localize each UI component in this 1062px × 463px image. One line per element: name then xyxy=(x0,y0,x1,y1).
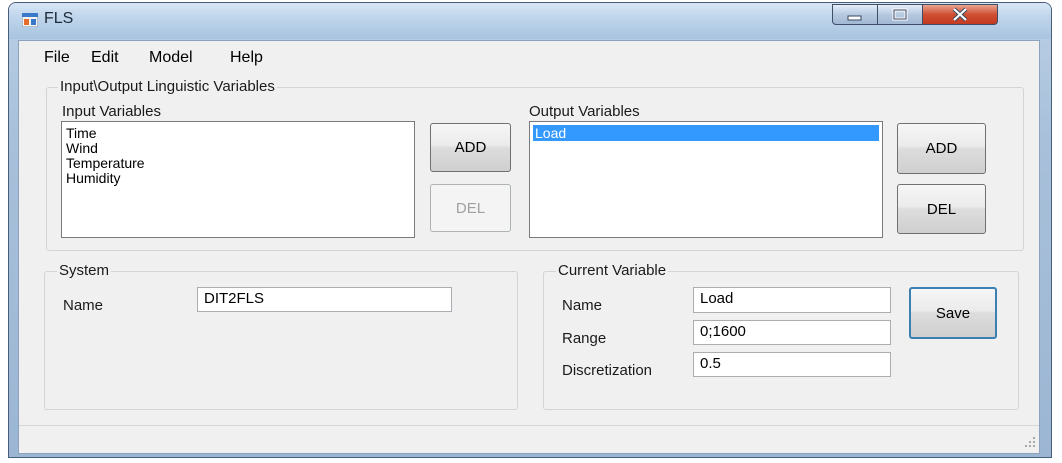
close-icon xyxy=(952,7,968,22)
input-add-button[interactable]: ADD xyxy=(430,123,511,172)
output-del-button[interactable]: DEL xyxy=(897,184,986,234)
maximize-button[interactable] xyxy=(877,4,923,25)
minimize-icon xyxy=(847,15,862,21)
menu-edit[interactable]: Edit xyxy=(91,49,119,67)
minimize-button[interactable] xyxy=(832,4,878,25)
output-variables-list[interactable]: Load xyxy=(529,121,883,238)
list-item[interactable]: Wind xyxy=(66,141,98,156)
io-group-label: Input\Output Linguistic Variables xyxy=(58,78,277,95)
variable-range-label: Range xyxy=(562,330,607,347)
input-variables-label: Input Variables xyxy=(62,103,161,120)
menu-help[interactable]: Help xyxy=(230,49,263,67)
menu-file[interactable]: File xyxy=(44,49,70,67)
system-group-label: System xyxy=(57,262,112,279)
variable-name-label: Name xyxy=(562,297,603,314)
variable-range-input[interactable]: 0;1600 xyxy=(693,320,891,345)
maximize-icon xyxy=(892,8,908,21)
output-add-button[interactable]: ADD xyxy=(897,123,986,174)
menu-model[interactable]: Model xyxy=(149,49,193,67)
app-window-icon xyxy=(22,13,38,27)
list-item-selected[interactable]: Load xyxy=(533,125,879,141)
output-variables-label: Output Variables xyxy=(529,103,640,120)
window-title: FLS xyxy=(44,10,74,27)
variable-name-input[interactable]: Load xyxy=(693,287,891,313)
variable-discretization-label: Discretization xyxy=(562,362,653,379)
input-variables-list[interactable]: Time Wind Temperature Humidity xyxy=(61,121,415,238)
close-button[interactable] xyxy=(922,4,998,25)
system-name-label: Name xyxy=(63,297,104,314)
status-bar xyxy=(19,425,1039,453)
list-item[interactable]: Humidity xyxy=(66,171,120,186)
system-name-input[interactable]: DIT2FLS xyxy=(197,287,452,312)
list-item[interactable]: Time xyxy=(66,126,97,141)
resize-grip-icon[interactable] xyxy=(1022,436,1036,448)
input-del-button[interactable]: DEL xyxy=(430,184,511,232)
current-variable-group-label: Current Variable xyxy=(556,262,669,279)
list-item[interactable]: Temperature xyxy=(66,156,145,171)
save-button[interactable]: Save xyxy=(909,287,997,339)
variable-discretization-input[interactable]: 0.5 xyxy=(693,352,891,377)
